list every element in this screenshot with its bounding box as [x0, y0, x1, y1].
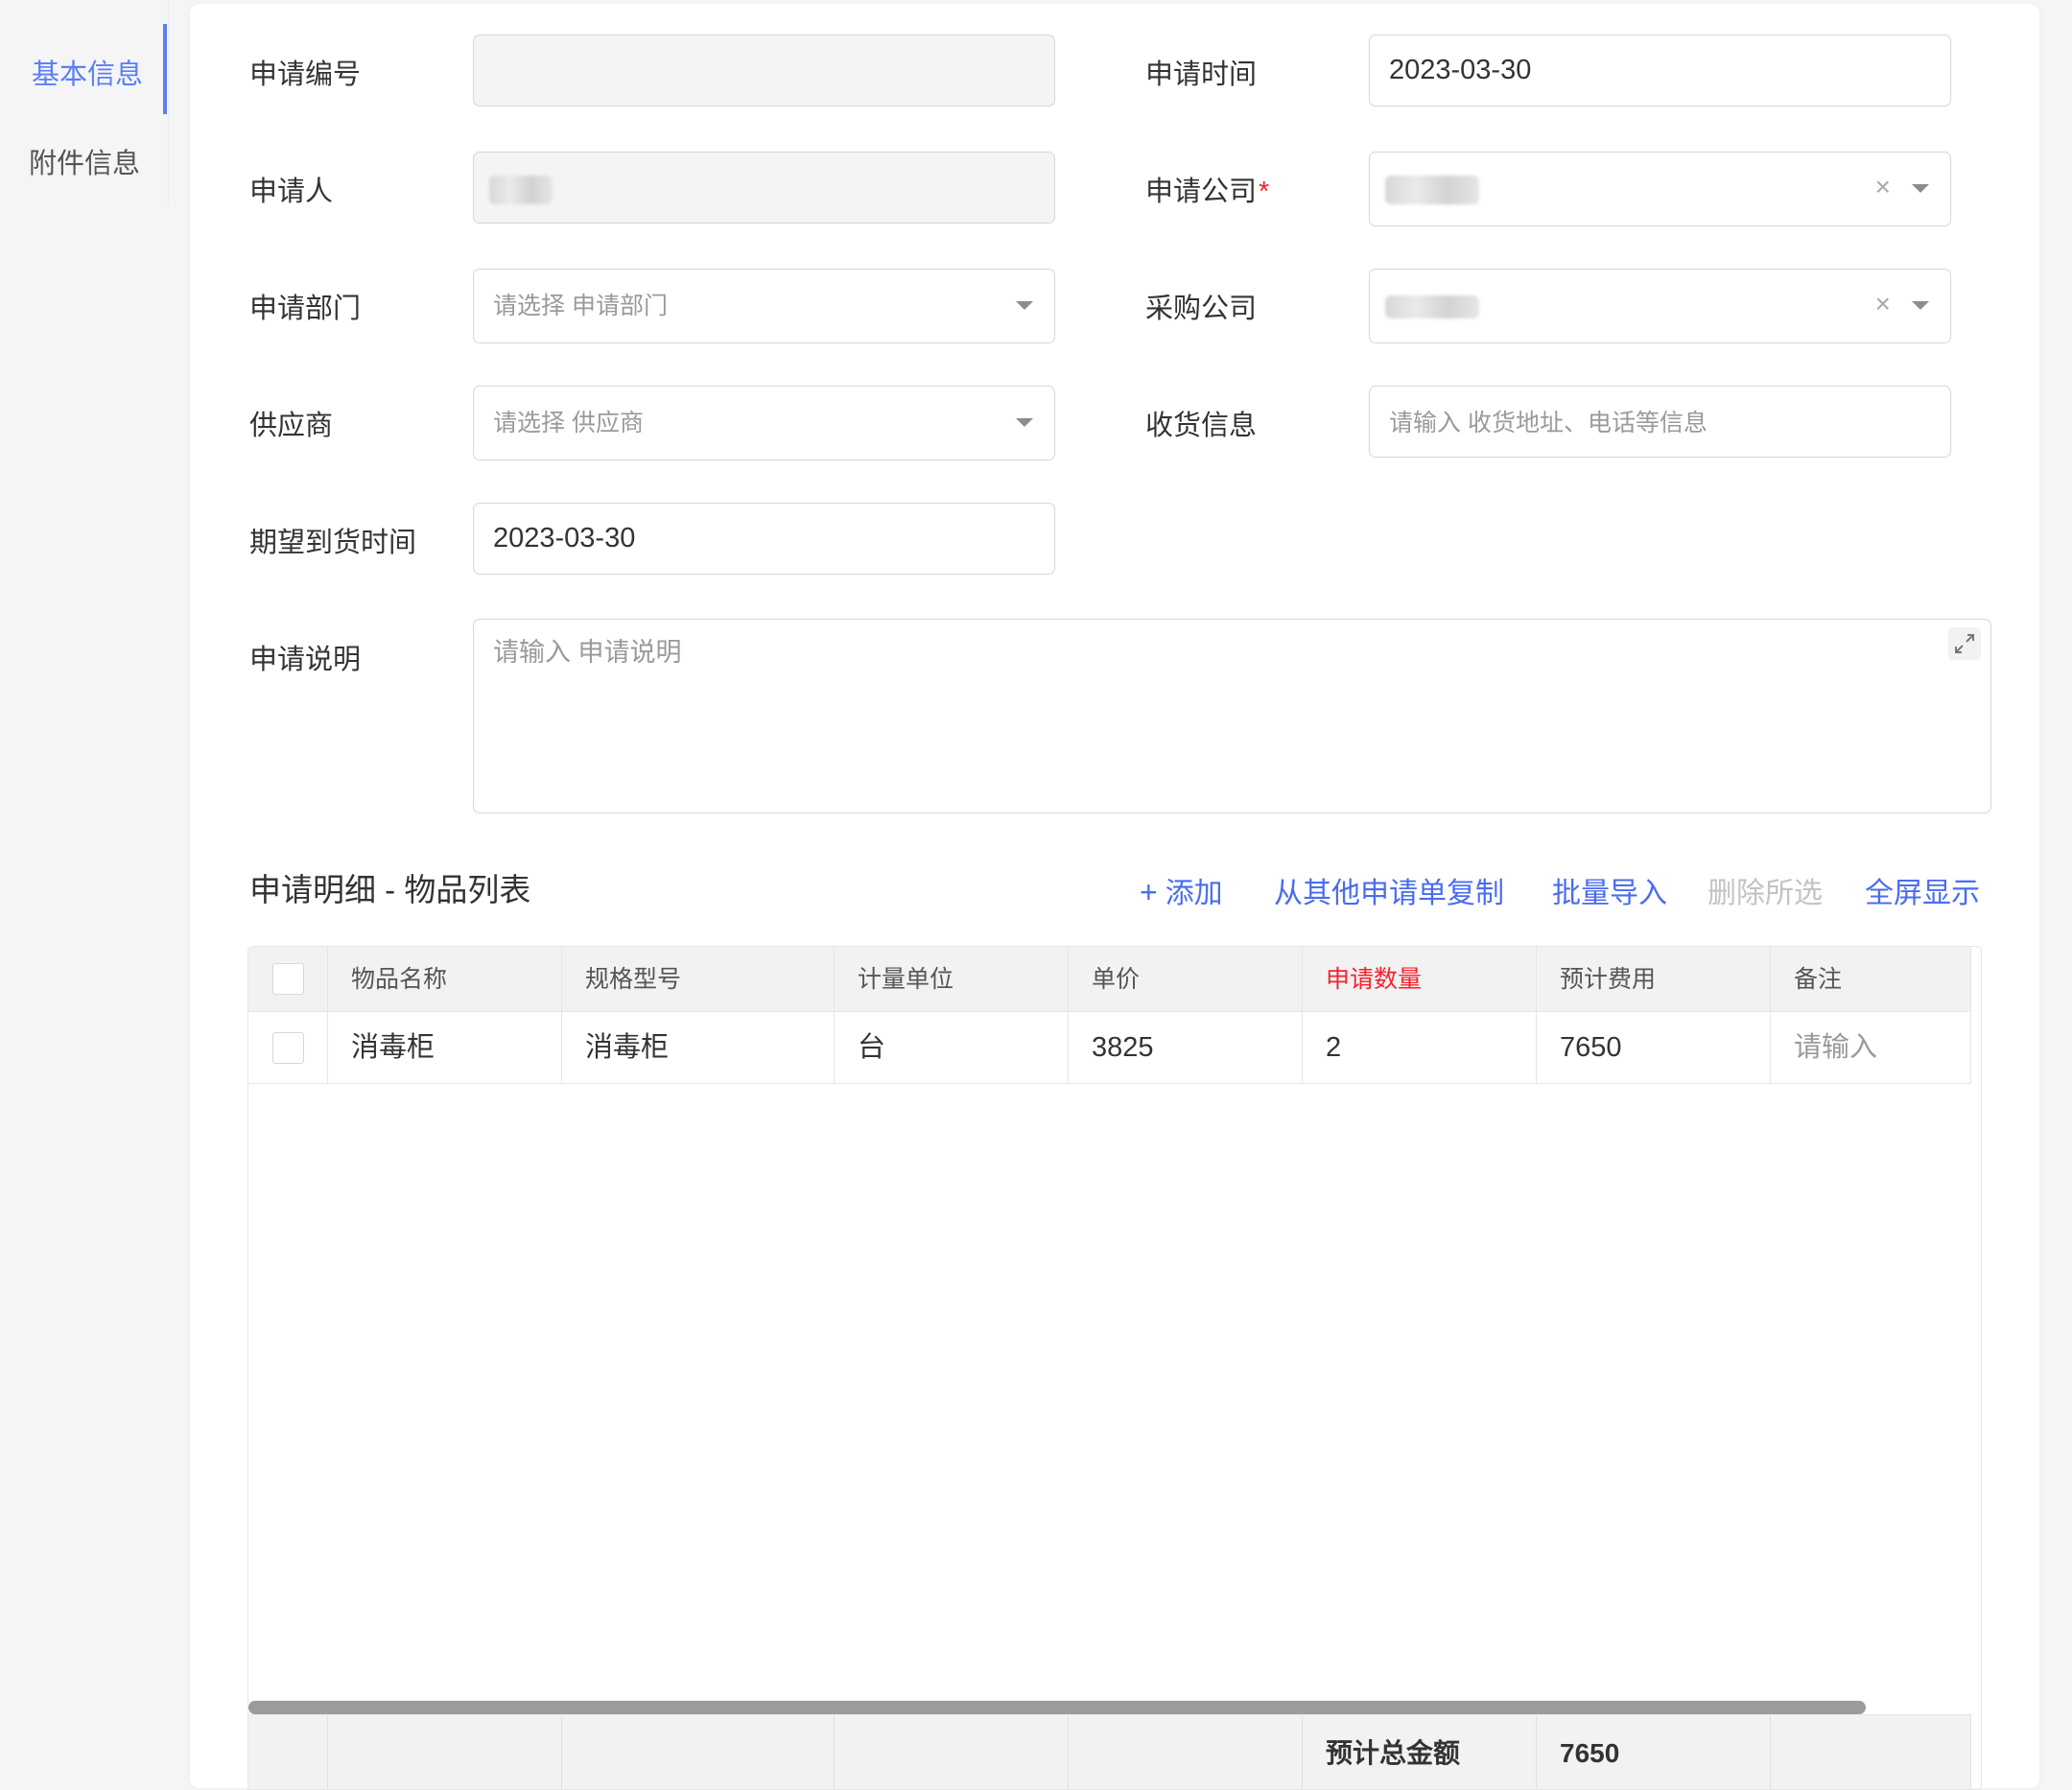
expected-arrival-value: 2023-03-30 [493, 523, 636, 553]
chevron-down-icon[interactable] [1912, 184, 1929, 193]
footer-cell-empty [562, 1715, 835, 1789]
apply-company-select[interactable]: × [1369, 152, 1951, 226]
items-table: 物品名称 规格型号 计量单位 单价 申请数量 预计费用 备注 消毒柜 消毒柜 台… [247, 946, 1982, 1790]
column-header-price[interactable]: 单价 [1069, 947, 1303, 1012]
cell-cost: 7650 [1537, 1012, 1771, 1084]
footer-cell-empty [835, 1715, 1069, 1789]
apply-time-input[interactable]: 2023-03-30 [1369, 35, 1951, 106]
cell-spec[interactable]: 消毒柜 [562, 1012, 835, 1084]
footer-cell-empty [1069, 1715, 1303, 1789]
copy-from-other-button[interactable]: 从其他申请单复制 [1274, 869, 1504, 911]
receive-info-placeholder: 请输入 收货地址、电话等信息 [1389, 410, 1707, 436]
chevron-down-icon[interactable] [1016, 418, 1033, 427]
footer-total-label: 预计总金额 [1303, 1715, 1537, 1789]
table-horizontal-scrollbar[interactable] [248, 1701, 1866, 1714]
chevron-down-icon[interactable] [1912, 301, 1929, 310]
select-all-checkbox[interactable] [272, 963, 304, 995]
apply-desc-textarea[interactable]: 请输入 申请说明 [473, 619, 1991, 813]
form-card: 申请编号 申请时间 2023-03-30 申请人 申请公司* × 申请部门 请选… [190, 4, 2039, 1790]
applicant-input [473, 152, 1055, 224]
supplier-placeholder: 请选择 供应商 [493, 410, 644, 436]
applicant-label: 申请人 [249, 177, 334, 207]
table-footer: 预计总金额 7650 [248, 1714, 1971, 1789]
receive-info-label: 收货信息 [1145, 411, 1258, 441]
expected-arrival-input[interactable]: 2023-03-30 [473, 503, 1055, 575]
apply-no-label: 申请编号 [249, 59, 362, 90]
chevron-down-icon[interactable] [1016, 301, 1033, 310]
fullscreen-button[interactable]: 全屏显示 [1865, 869, 1980, 911]
close-icon[interactable]: × [1875, 170, 1891, 204]
purchase-company-redacted-value [1385, 295, 1479, 318]
add-item-button[interactable]: + 添加 [1140, 869, 1223, 911]
cell-price[interactable]: 3825 [1069, 1012, 1303, 1084]
required-mark: * [1259, 177, 1270, 207]
receive-info-input[interactable]: 请输入 收货地址、电话等信息 [1369, 386, 1951, 458]
apply-company-label: 申请公司* [1145, 177, 1270, 207]
select-all-cell [248, 947, 328, 1012]
apply-desc-label: 申请说明 [249, 645, 362, 675]
column-header-cost[interactable]: 预计费用 [1537, 947, 1771, 1012]
apply-time-value: 2023-03-30 [1389, 55, 1532, 85]
column-header-name[interactable]: 物品名称 [328, 947, 562, 1012]
purchase-company-label: 采购公司 [1145, 294, 1258, 324]
apply-dept-placeholder: 请选择 申请部门 [493, 293, 668, 319]
row-checkbox[interactable] [272, 1032, 304, 1064]
footer-cell-empty [248, 1715, 328, 1789]
table-row: 消毒柜 消毒柜 台 3825 2 7650 请输入 [248, 1012, 1971, 1084]
row-select-cell [248, 1012, 328, 1084]
close-icon[interactable]: × [1875, 287, 1891, 321]
apply-time-label: 申请时间 [1145, 59, 1258, 90]
purchase-company-select[interactable]: × [1369, 269, 1951, 343]
applicant-redacted-value [489, 176, 553, 204]
detail-section-title: 申请明细 - 物品列表 [249, 872, 531, 907]
column-header-spec[interactable]: 规格型号 [562, 947, 835, 1012]
footer-total-value: 7650 [1537, 1715, 1771, 1789]
footer-cell-empty [328, 1715, 562, 1789]
batch-import-button[interactable]: 批量导入 [1552, 869, 1667, 911]
delete-selected-button[interactable]: 删除所选 [1707, 869, 1823, 911]
cell-qty[interactable]: 2 [1303, 1012, 1537, 1084]
apply-company-redacted-value [1385, 176, 1479, 204]
plus-icon: + [1140, 875, 1158, 909]
cell-remark[interactable]: 请输入 [1771, 1012, 1971, 1084]
anchor-active-indicator [163, 24, 167, 114]
cell-name[interactable]: 消毒柜 [328, 1012, 562, 1084]
supplier-label: 供应商 [249, 411, 334, 441]
anchor-item-basic-info[interactable]: 基本信息 [32, 52, 143, 92]
footer-cell-empty [1771, 1715, 1971, 1789]
anchor-nav: 基本信息 附件信息 [0, 0, 169, 203]
column-header-unit[interactable]: 计量单位 [835, 947, 1069, 1012]
expand-icon[interactable] [1948, 627, 1981, 660]
apply-dept-select[interactable]: 请选择 申请部门 [473, 269, 1055, 343]
supplier-select[interactable]: 请选择 供应商 [473, 386, 1055, 460]
column-header-remark[interactable]: 备注 [1771, 947, 1971, 1012]
apply-no-input [473, 35, 1055, 106]
column-header-qty[interactable]: 申请数量 [1303, 947, 1537, 1012]
cell-unit[interactable]: 台 [835, 1012, 1069, 1084]
table-header: 物品名称 规格型号 计量单位 单价 申请数量 预计费用 备注 [248, 947, 1971, 1012]
apply-desc-placeholder: 请输入 申请说明 [493, 638, 682, 667]
expected-arrival-label: 期望到货时间 [249, 528, 417, 558]
apply-dept-label: 申请部门 [249, 294, 362, 324]
anchor-item-attachments[interactable]: 附件信息 [29, 141, 140, 181]
